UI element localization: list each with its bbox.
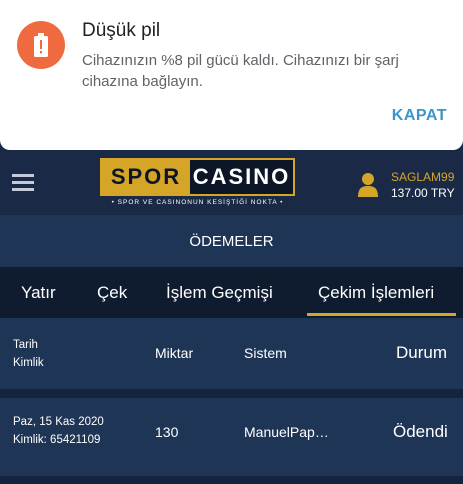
column-header-system: Sistem [244,345,287,361]
column-header-id: Kimlik [13,357,44,369]
username[interactable]: SAGLAM99 [391,170,454,184]
row-amount: 130 [155,424,179,440]
logo-tagline: • SPOR VE CASINONUN KESİŞTİĞİ NOKTA • [111,199,284,206]
row-divider [0,389,463,398]
sporcasino-logo[interactable]: SPOR CASINO • SPOR VE CASINONUN KESİŞTİĞ… [100,158,295,208]
column-header-date: Tarih [13,339,38,351]
column-header-amount: Miktar [155,345,194,361]
tab-withdrawal-transactions[interactable]: Çekim İşlemleri [318,283,434,303]
user-balance: 137.00 TRY [391,186,455,200]
logo-casino-text: CASINO [192,164,291,189]
dismiss-button[interactable]: KAPAT [392,107,447,125]
row-divider [0,476,463,484]
row-system: ManuelPap… [244,424,329,440]
payment-tabs: Yatır Çek İşlem Geçmişi Çekim İşlemleri [0,267,463,318]
table-header: Tarih Kimlik Miktar Sistem Durum [0,318,463,389]
notification-body: Cihazınızın %8 pil gücü kaldı. Cihazınız… [82,52,399,90]
notification-title: Düşük pil [82,20,161,41]
row-id: Kimlik: 65421109 [13,434,101,446]
table-row[interactable]: Paz, 15 Kas 2020 Kimlik: 65421109 130 Ma… [0,398,463,476]
page-title: ÖDEMELER [0,215,463,267]
tab-transaction-history[interactable]: İşlem Geçmişi [166,283,273,303]
active-tab-indicator [307,313,456,316]
row-status: Ödendi [393,422,448,441]
row-date: Paz, 15 Kas 2020 [13,416,104,428]
low-battery-notification: Düşük pil Cihazınızın %8 pil gücü kaldı.… [0,0,463,150]
menu-icon[interactable] [12,174,34,194]
tab-deposit[interactable]: Yatır [21,283,56,303]
user-avatar-icon[interactable] [357,172,379,203]
column-header-status: Durum [396,343,448,362]
battery-alert-icon [17,21,65,69]
logo-spor-text: SPOR [102,160,190,194]
tab-withdraw[interactable]: Çek [97,283,127,303]
